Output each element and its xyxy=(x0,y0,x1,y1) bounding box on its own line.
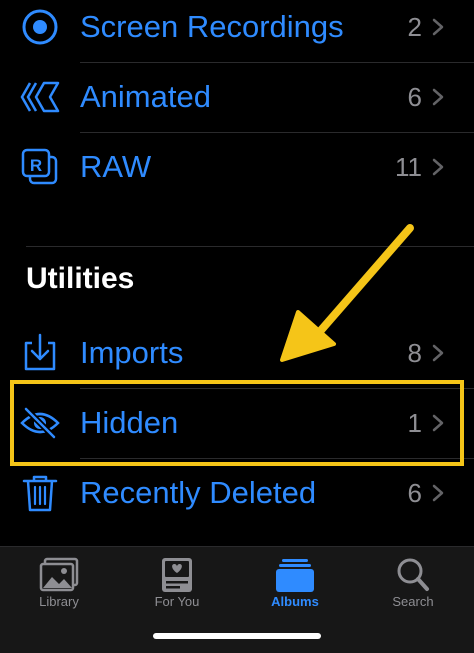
screen-recording-icon xyxy=(22,9,58,45)
album-row-raw[interactable]: R RAW 11 xyxy=(0,132,474,202)
tab-library[interactable]: Library xyxy=(0,547,118,627)
chevron-right-icon xyxy=(432,18,444,36)
chevron-right-icon xyxy=(432,484,444,502)
animated-icon xyxy=(20,81,60,113)
tab-label: Albums xyxy=(271,594,319,609)
import-icon xyxy=(24,333,56,371)
trash-icon xyxy=(22,475,58,512)
section-title-utilities: Utilities xyxy=(26,262,135,295)
highlight-box xyxy=(10,380,464,466)
utility-count: 8 xyxy=(407,338,422,368)
album-row-screen-recordings[interactable]: Screen Recordings 2 xyxy=(0,0,474,62)
tab-for-you[interactable]: For You xyxy=(118,547,236,627)
tab-search[interactable]: Search xyxy=(354,547,472,627)
utility-row-imports[interactable]: Imports 8 xyxy=(0,318,474,388)
chevron-right-icon xyxy=(432,158,444,176)
album-label: RAW xyxy=(80,149,152,184)
photo-library-icon xyxy=(39,557,79,592)
home-indicator[interactable] xyxy=(153,633,321,639)
tab-label: For You xyxy=(154,594,200,609)
albums-icon xyxy=(276,559,314,592)
tab-label: Library xyxy=(39,594,79,609)
album-count: 6 xyxy=(407,82,422,112)
search-icon xyxy=(397,558,429,591)
album-count: 2 xyxy=(407,12,422,42)
utility-label: Imports xyxy=(80,335,184,370)
album-count: 11 xyxy=(395,152,422,182)
section-divider xyxy=(26,246,474,247)
utility-count: 6 xyxy=(407,478,422,508)
tab-label: Search xyxy=(392,594,434,609)
album-row-animated[interactable]: Animated 6 xyxy=(0,62,474,132)
utility-label: Recently Deleted xyxy=(80,475,317,510)
raw-icon: R xyxy=(21,148,58,185)
album-label: Animated xyxy=(80,79,211,114)
chevron-right-icon xyxy=(432,88,444,106)
tab-albums[interactable]: Albums xyxy=(236,547,354,627)
album-label: Screen Recordings xyxy=(80,9,344,44)
svg-text:R: R xyxy=(30,156,42,175)
utility-row-recently-deleted[interactable]: Recently Deleted 6 xyxy=(0,458,474,528)
chevron-right-icon xyxy=(432,344,444,362)
for-you-icon xyxy=(162,558,192,592)
